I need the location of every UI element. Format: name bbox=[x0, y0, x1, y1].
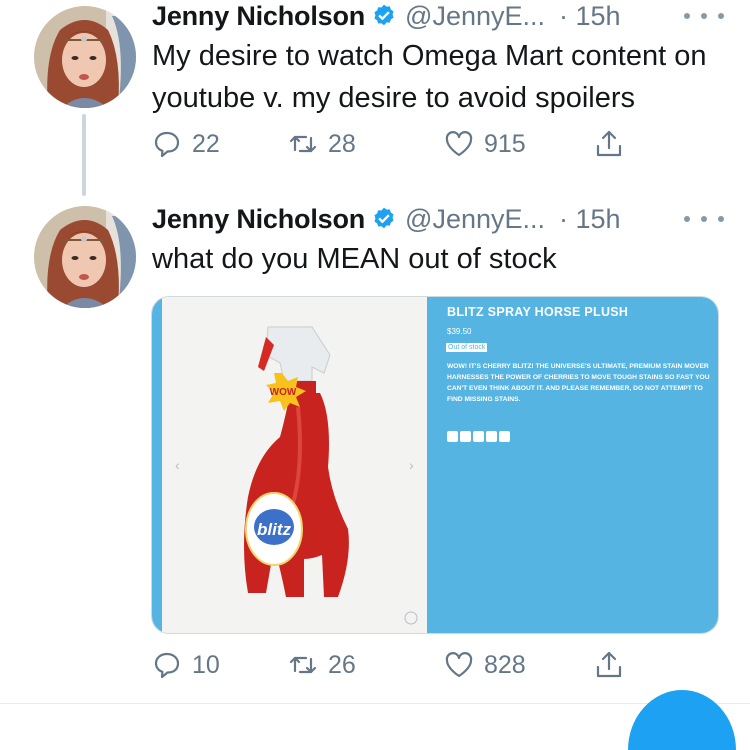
svg-text:›: › bbox=[409, 457, 414, 473]
share-google-icon bbox=[486, 431, 497, 442]
share-icon bbox=[596, 130, 622, 157]
retweet-icon bbox=[289, 135, 317, 153]
product-illustration: WOW blitz ‹ › bbox=[175, 326, 418, 625]
reply-count: 22 bbox=[192, 129, 220, 158]
share-email-icon bbox=[447, 431, 458, 442]
retweet-count: 28 bbox=[328, 129, 356, 158]
tweet-text: My desire to watch Omega Mart content on… bbox=[152, 40, 707, 114]
like-button[interactable]: 915 bbox=[444, 124, 526, 164]
social-share-icons bbox=[447, 431, 510, 442]
retweet-icon bbox=[289, 656, 317, 674]
retweet-button[interactable]: 28 bbox=[288, 124, 356, 164]
share-message-icon bbox=[499, 431, 510, 442]
avatar[interactable] bbox=[34, 206, 136, 308]
share-button[interactable] bbox=[594, 645, 624, 685]
avatar[interactable] bbox=[34, 6, 136, 108]
product-title: BLITZ SPRAY HORSE PLUSH bbox=[447, 305, 629, 319]
product-info-panel: BLITZ SPRAY HORSE PLUSH $39.50 Out of st… bbox=[427, 297, 718, 633]
author-handle[interactable]: @JennyE... bbox=[405, 204, 545, 235]
like-icon bbox=[445, 131, 473, 157]
like-count: 915 bbox=[484, 129, 526, 158]
share-pinterest-icon bbox=[473, 431, 484, 442]
svg-text:‹: ‹ bbox=[175, 457, 180, 473]
share-icon bbox=[596, 651, 622, 678]
svg-text:blitz: blitz bbox=[257, 520, 291, 539]
retweet-button[interactable]: 26 bbox=[288, 645, 356, 685]
reply-icon bbox=[154, 131, 180, 158]
more-icon[interactable] bbox=[684, 209, 724, 229]
tweet-actions: 22 28 915 bbox=[152, 124, 652, 164]
like-icon bbox=[445, 652, 473, 678]
product-photo: WOW blitz ‹ › bbox=[152, 297, 427, 633]
reply-button[interactable]: 22 bbox=[152, 124, 220, 164]
retweet-count: 26 bbox=[328, 650, 356, 679]
share-facebook-icon bbox=[460, 431, 471, 442]
like-button[interactable]: 828 bbox=[444, 645, 526, 685]
svg-text:WOW: WOW bbox=[270, 387, 297, 398]
tweet-header: Jenny Nicholson @JennyE... · 15h bbox=[152, 0, 621, 34]
like-count: 828 bbox=[484, 650, 526, 679]
product-description: WOW! IT'S CHERRY BLITZ! THE UNIVERSE'S U… bbox=[447, 363, 710, 403]
reply-button[interactable]: 10 bbox=[152, 645, 220, 685]
author-handle[interactable]: @JennyE... bbox=[405, 1, 545, 32]
product-price: $39.50 bbox=[447, 327, 472, 336]
tweet-timestamp[interactable]: · 15h bbox=[559, 1, 621, 32]
reply-count: 10 bbox=[192, 650, 220, 679]
thread-connector-line bbox=[82, 114, 86, 196]
reply-icon bbox=[154, 652, 180, 679]
stock-status: Out of stock bbox=[446, 343, 488, 352]
share-button[interactable] bbox=[594, 124, 624, 164]
author-name[interactable]: Jenny Nicholson bbox=[152, 1, 365, 32]
compose-tweet-button[interactable] bbox=[628, 690, 736, 750]
verified-icon bbox=[374, 4, 394, 26]
tweet-text: what do you MEAN out of stock bbox=[152, 243, 557, 275]
author-name[interactable]: Jenny Nicholson bbox=[152, 204, 365, 235]
verified-icon bbox=[374, 207, 394, 229]
tweet-image[interactable]: WOW blitz ‹ › BLITZ SPRAY HORSE PLUSH $3… bbox=[151, 296, 719, 634]
tweet-actions: 10 26 828 bbox=[152, 645, 652, 685]
bottom-divider bbox=[0, 703, 750, 704]
tweet-timestamp[interactable]: · 15h bbox=[559, 204, 621, 235]
tweet-header: Jenny Nicholson @JennyE... · 15h bbox=[152, 201, 621, 237]
more-icon[interactable] bbox=[684, 6, 724, 26]
